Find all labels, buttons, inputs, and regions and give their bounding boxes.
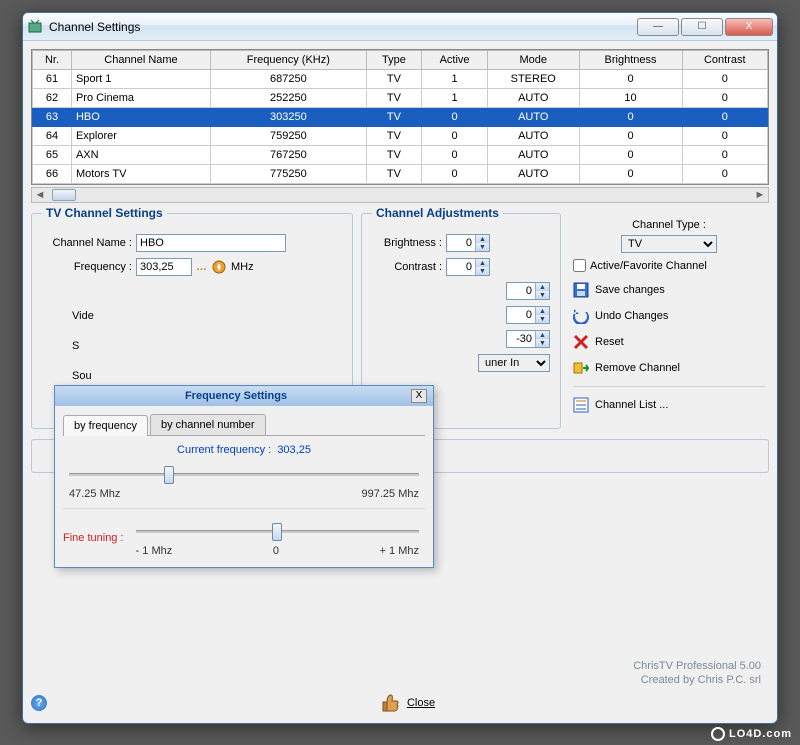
column-header[interactable]: Type (366, 51, 421, 70)
maximize-button[interactable]: ☐ (681, 18, 723, 36)
sound-label-partial: Sou (72, 370, 92, 382)
frequency-slider[interactable] (69, 464, 419, 484)
contrast-spinner[interactable]: ▲▼ (446, 258, 490, 276)
help-icon[interactable]: ? (31, 695, 47, 711)
freq-range-max: 997.25 Mhz (362, 488, 419, 500)
undo-icon (573, 308, 589, 324)
column-header[interactable]: Contrast (682, 51, 767, 70)
s-label-partial: S (72, 340, 79, 352)
remove-icon (573, 360, 589, 376)
channel-name-input[interactable] (136, 234, 286, 252)
scroll-thumb[interactable] (52, 189, 76, 201)
reset-icon (573, 334, 589, 350)
column-header[interactable]: Brightness (579, 51, 682, 70)
column-header[interactable]: Active (422, 51, 488, 70)
scroll-left-icon[interactable]: ◄ (32, 189, 48, 201)
fine-tuning-slider[interactable] (136, 521, 419, 541)
dialog-close-button[interactable]: X (411, 389, 427, 403)
adjustment-spinner-5[interactable]: ▲▼ (506, 330, 550, 348)
active-favorite-checkbox[interactable] (573, 259, 586, 272)
reset-button[interactable]: Reset (573, 334, 765, 350)
app-icon (27, 19, 43, 35)
table-row[interactable]: 61Sport 1687250TV1STEREO00 (33, 70, 768, 89)
channel-type-label: Channel Type : (573, 219, 765, 231)
column-header[interactable]: Nr. (33, 51, 72, 70)
close-main-button[interactable]: Close (381, 691, 435, 715)
frequency-label: Frequency : (42, 261, 132, 273)
adjustment-spinner-4[interactable]: ▲▼ (506, 306, 550, 324)
channel-table[interactable]: Nr.Channel NameFrequency (KHz)TypeActive… (31, 49, 769, 185)
table-row[interactable]: 64Explorer759250TV0AUTO00 (33, 127, 768, 146)
fine-tuning-label: Fine tuning : (63, 532, 124, 544)
minimize-button[interactable]: — (637, 18, 679, 36)
table-row[interactable]: 62Pro Cinema252250TV1AUTO100 (33, 89, 768, 108)
frequency-settings-dialog: Frequency Settings X by frequency by cha… (54, 385, 434, 568)
brightness-label: Brightness : (372, 237, 442, 249)
channel-type-select[interactable]: TV (621, 235, 717, 253)
tab-by-frequency[interactable]: by frequency (63, 415, 148, 436)
frequency-unit: MHz (231, 261, 254, 273)
fine-zero: 0 (273, 545, 279, 557)
contrast-label: Contrast : (372, 261, 442, 273)
tv-settings-legend: TV Channel Settings (42, 206, 167, 220)
horizontal-scrollbar[interactable]: ◄ ► (31, 187, 769, 203)
dialog-title: Frequency Settings (61, 390, 411, 402)
window-title: Channel Settings (49, 20, 637, 34)
thumbs-up-icon (381, 691, 401, 715)
freq-range-min: 47.25 Mhz (69, 488, 120, 500)
frequency-input[interactable] (136, 258, 192, 276)
credits: ChrisTV Professional 5.00 Created by Chr… (633, 659, 761, 687)
right-column: Channel Type : TV Active/Favorite Channe… (569, 213, 769, 429)
watermark: LO4D.com (711, 727, 792, 741)
scroll-right-icon[interactable]: ► (752, 189, 768, 201)
table-row[interactable]: 65AXN767250TV0AUTO00 (33, 146, 768, 165)
input-select[interactable]: uner In (478, 354, 550, 372)
table-row[interactable]: 63HBO303250TV0AUTO00 (33, 108, 768, 127)
channel-settings-window: Channel Settings — ☐ X Nr.Channel NameFr… (22, 12, 778, 724)
column-header[interactable]: Channel Name (71, 51, 210, 70)
current-frequency-label: Current frequency : (177, 444, 271, 456)
frequency-settings-icon[interactable] (211, 259, 227, 275)
fine-max: + 1 Mhz (380, 545, 419, 557)
close-button[interactable]: X (725, 18, 773, 36)
channel-name-label: Channel Name : (42, 237, 132, 249)
column-header[interactable]: Mode (487, 51, 579, 70)
dialog-titlebar[interactable]: Frequency Settings X (55, 386, 433, 406)
list-icon (573, 397, 589, 413)
column-header[interactable]: Frequency (KHz) (211, 51, 367, 70)
save-icon (573, 282, 589, 298)
adjustments-legend: Channel Adjustments (372, 206, 503, 220)
fine-min: - 1 Mhz (136, 545, 173, 557)
remove-channel-button[interactable]: Remove Channel (573, 360, 765, 376)
ellipsis-icon[interactable]: … (196, 261, 207, 273)
channel-list-button[interactable]: Channel List ... (573, 397, 765, 413)
save-changes-button[interactable]: Save changes (573, 282, 765, 298)
video-label-partial: Vide (72, 310, 94, 322)
brightness-spinner[interactable]: ▲▼ (446, 234, 490, 252)
undo-changes-button[interactable]: Undo Changes (573, 308, 765, 324)
titlebar[interactable]: Channel Settings — ☐ X (23, 13, 777, 41)
tab-by-channel-number[interactable]: by channel number (150, 414, 266, 435)
active-favorite-label: Active/Favorite Channel (590, 260, 707, 272)
table-row[interactable]: 66Motors TV775250TV0AUTO00 (33, 165, 768, 184)
current-frequency-value: 303,25 (277, 444, 311, 456)
adjustment-spinner-3[interactable]: ▲▼ (506, 282, 550, 300)
